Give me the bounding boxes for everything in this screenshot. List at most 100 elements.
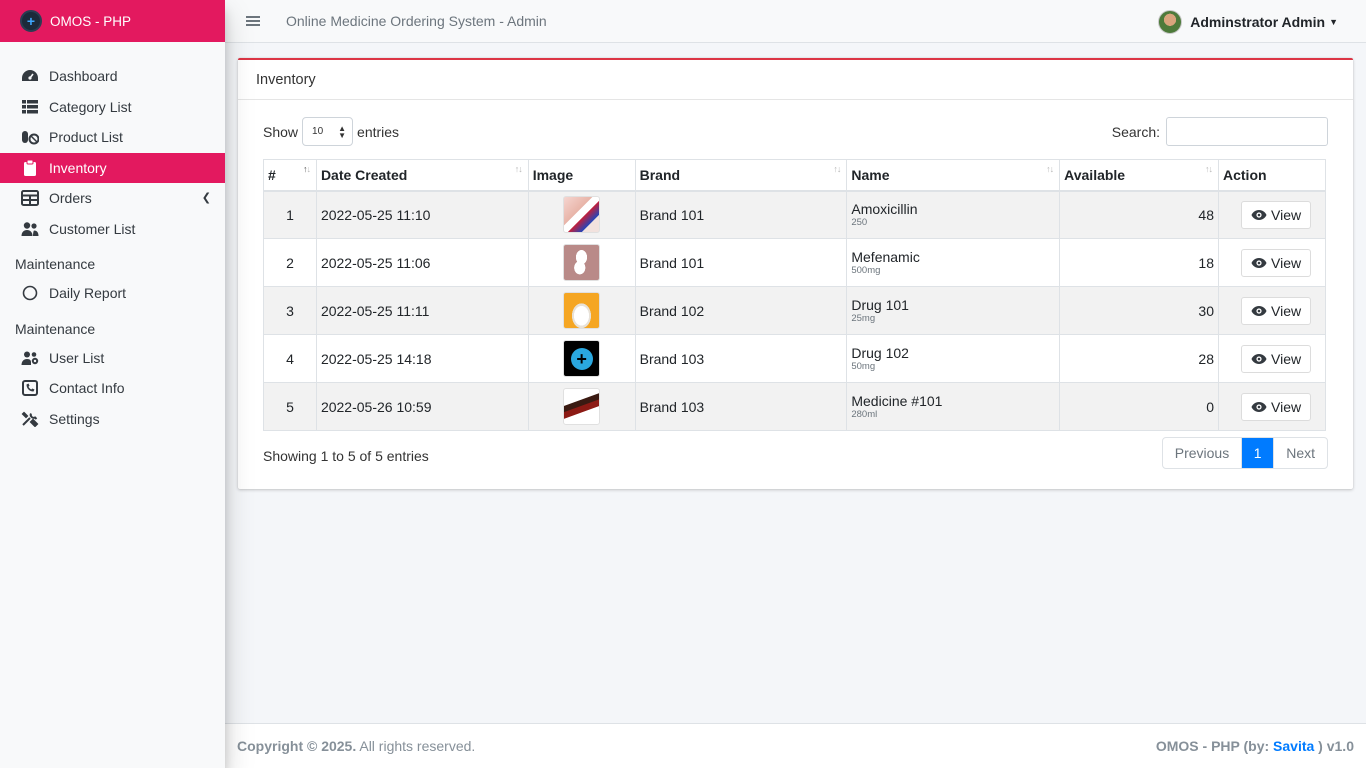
product-dose: 250 xyxy=(851,216,868,228)
footer-version: OMOS - PHP (by: Savita ) v1.0 xyxy=(1155,738,1354,754)
product-dose: 280ml xyxy=(851,408,878,420)
cell-available: 30 xyxy=(1059,286,1219,335)
column-header-image: Image xyxy=(527,159,636,192)
eye-icon xyxy=(1251,257,1267,268)
cell-date-created: 2022-05-26 10:59 xyxy=(315,382,529,431)
sort-icon: ↑↓ xyxy=(514,164,523,174)
next-page-button[interactable]: Next xyxy=(1273,438,1327,468)
brand-logo-icon: + xyxy=(20,10,42,32)
sidebar-item-user-list[interactable]: User List xyxy=(0,343,225,374)
product-name: Mefenamic xyxy=(851,248,920,265)
table-header-row: # ↑↓ Date Created ↑↓ Image Brand ↑↓ Name ↑↓ … xyxy=(263,159,1326,192)
cell-name: Drug 102 50mg xyxy=(846,334,1061,383)
cell-name: Drug 101 25mg xyxy=(846,286,1061,335)
cell-action: View xyxy=(1218,238,1326,287)
cell-available: 28 xyxy=(1059,334,1219,383)
cell-date-created: 2022-05-25 11:10 xyxy=(315,190,529,239)
cell-brand: Brand 103 xyxy=(634,334,848,383)
users-cog-icon xyxy=(21,350,39,366)
cell-number: 5 xyxy=(263,382,317,431)
view-button[interactable]: View xyxy=(1241,200,1312,229)
sidebar-item-category-list[interactable]: Category List xyxy=(0,92,225,123)
sort-icon: ↑↓ xyxy=(302,164,311,174)
product-thumbnail xyxy=(563,244,601,281)
footer: Copyright © 2025. All rights reserved. O… xyxy=(225,723,1366,768)
sidebar-nav: Dashboard Category List Product List Inv… xyxy=(0,42,225,434)
list-icon xyxy=(21,99,39,115)
inventory-card: Inventory Show 10 ▲ ▼ entries Search: # ↑↓… xyxy=(238,58,1353,489)
product-dose: 25mg xyxy=(851,312,876,324)
eye-icon xyxy=(1251,209,1267,220)
sidebar-item-product-list[interactable]: Product List xyxy=(0,122,225,153)
column-header-date-created[interactable]: Date Created ↑↓ xyxy=(315,159,529,192)
sidebar-item-label: Inventory xyxy=(49,159,107,176)
product-thumbnail xyxy=(563,196,601,234)
table-row: 2 2022-05-25 11:06 Brand 101 Mefenamic 50… xyxy=(263,238,1326,287)
cell-image: + xyxy=(527,334,636,383)
column-header-available[interactable]: Available ↑↓ xyxy=(1059,159,1219,192)
view-button[interactable]: View xyxy=(1241,248,1312,277)
cell-number: 2 xyxy=(263,238,317,287)
cell-brand: Brand 101 xyxy=(634,238,848,287)
entries-label: entries xyxy=(357,123,400,140)
product-name: Amoxicillin xyxy=(851,200,918,217)
cell-action: View xyxy=(1218,286,1326,335)
cell-action: View xyxy=(1218,190,1326,239)
sort-icon: ↑↓ xyxy=(1046,164,1054,174)
previous-page-button[interactable]: Previous xyxy=(1163,438,1243,468)
hamburger-menu-icon[interactable] xyxy=(246,14,260,28)
table-row: 4 2022-05-25 14:18 + Brand 103 Drug 102 5… xyxy=(263,334,1326,383)
product-name: Medicine #101 xyxy=(851,392,943,409)
user-menu-dropdown[interactable]: Adminstrator Admin ▼ xyxy=(1158,10,1338,34)
cell-name: Mefenamic 500mg xyxy=(846,238,1061,287)
table-icon xyxy=(21,190,39,207)
sidebar-item-label: Daily Report xyxy=(49,285,127,302)
product-name: Drug 101 xyxy=(851,296,909,313)
product-dose: 500mg xyxy=(851,264,881,276)
view-button[interactable]: View xyxy=(1241,392,1312,421)
column-header-brand[interactable]: Brand ↑↓ xyxy=(634,159,848,192)
sidebar-item-label: Contact Info xyxy=(49,380,125,397)
page-length-control: Show 10 ▲ ▼ entries xyxy=(263,117,399,146)
table-row: 3 2022-05-25 11:11 Brand 102 Drug 101 25m… xyxy=(263,286,1326,335)
product-thumbnail xyxy=(563,292,601,329)
search-input[interactable] xyxy=(1166,117,1328,146)
top-navbar: Online Medicine Ordering System - Admin … xyxy=(225,0,1366,43)
product-thumbnail xyxy=(563,388,601,425)
cell-image xyxy=(527,286,636,335)
table-row: 1 2022-05-25 11:10 Brand 101 Amoxicillin… xyxy=(263,190,1326,239)
cell-action: View xyxy=(1218,382,1326,431)
sidebar-item-daily-report[interactable]: Daily Report xyxy=(0,278,225,309)
circle-icon xyxy=(21,285,39,301)
view-button[interactable]: View xyxy=(1241,344,1312,373)
clipboard-icon xyxy=(21,159,39,176)
sidebar-section-header: Maintenance xyxy=(15,256,96,272)
sidebar-item-label: Category List xyxy=(49,98,132,115)
page-1-button[interactable]: 1 xyxy=(1242,438,1274,468)
cell-brand: Brand 101 xyxy=(634,190,848,239)
sidebar-item-orders[interactable]: Orders ❮ xyxy=(0,183,225,214)
cell-available: 48 xyxy=(1059,190,1219,239)
sidebar-item-label: Customer List xyxy=(49,220,136,237)
sidebar-item-contact-info[interactable]: Contact Info xyxy=(0,373,225,404)
tools-icon xyxy=(21,411,39,427)
cell-date-created: 2022-05-25 14:18 xyxy=(315,334,529,383)
product-thumbnail: + xyxy=(563,340,601,377)
sidebar-item-dashboard[interactable]: Dashboard xyxy=(0,61,225,92)
dashboard-icon xyxy=(21,68,39,84)
cell-number: 3 xyxy=(263,286,317,335)
sidebar-item-settings[interactable]: Settings xyxy=(0,404,225,435)
table-controls: Show 10 ▲ ▼ entries Search: xyxy=(238,100,1353,160)
users-icon xyxy=(21,221,39,237)
column-header-name[interactable]: Name ↑↓ xyxy=(846,159,1061,192)
brand-name: OMOS - PHP xyxy=(50,13,132,29)
brand-link[interactable]: + OMOS - PHP xyxy=(0,0,225,42)
view-button[interactable]: View xyxy=(1241,296,1312,325)
author-link[interactable]: Savita xyxy=(1273,738,1314,754)
page-length-select[interactable]: 10 ▲ ▼ xyxy=(302,117,354,146)
column-header-number[interactable]: # ↑↓ xyxy=(263,159,317,192)
cell-name: Amoxicillin 250 xyxy=(846,190,1061,239)
product-dose: 50mg xyxy=(851,360,876,372)
sidebar-item-customer-list[interactable]: Customer List xyxy=(0,214,225,245)
sidebar-item-inventory[interactable]: Inventory xyxy=(0,152,225,183)
